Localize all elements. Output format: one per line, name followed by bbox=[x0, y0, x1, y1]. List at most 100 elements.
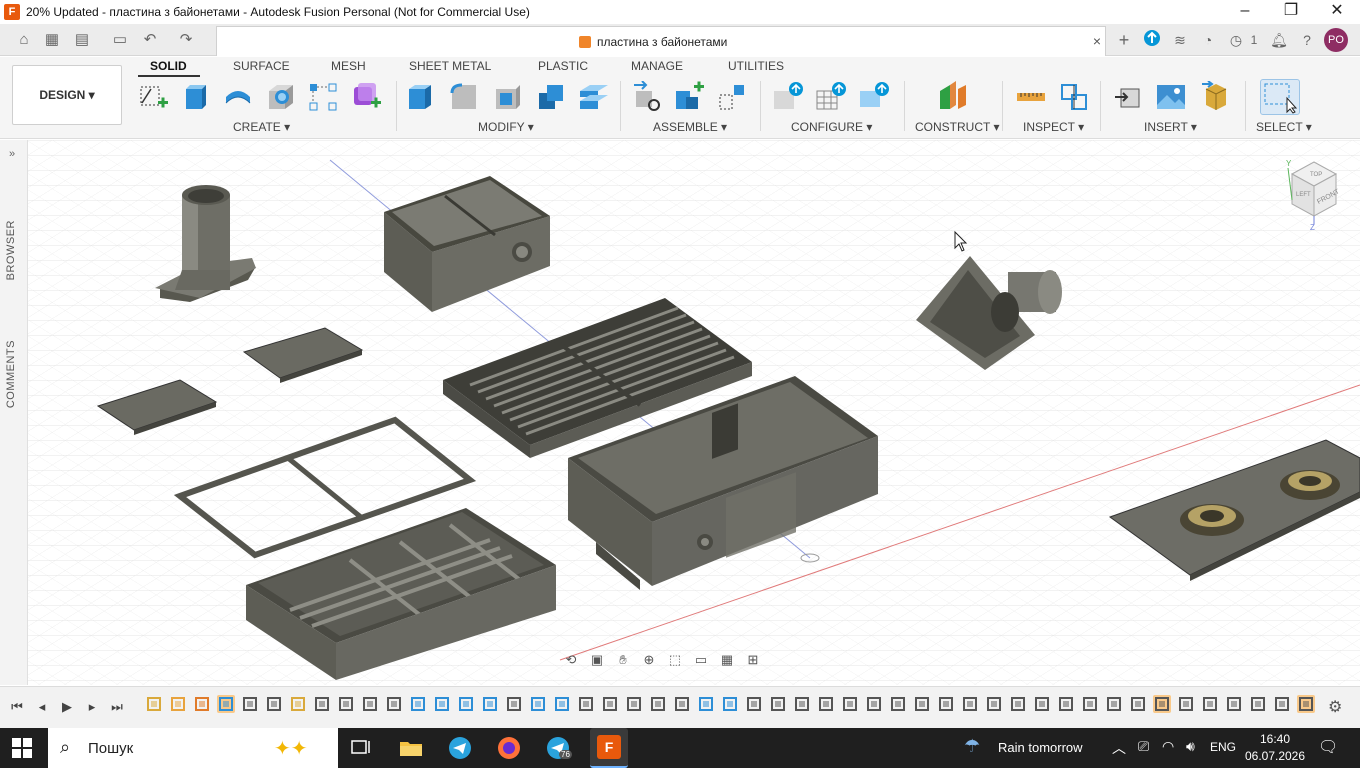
select-group-label[interactable]: SELECT ▾ bbox=[1256, 120, 1312, 134]
pan-hand-icon[interactable]: ✋︎ bbox=[612, 650, 634, 670]
timeline-feature-icon[interactable] bbox=[721, 695, 739, 713]
save-icon[interactable]: ▭ bbox=[110, 30, 130, 50]
timeline-feature-icon[interactable] bbox=[1297, 695, 1315, 713]
new-tab-plus-icon[interactable]: + bbox=[1113, 29, 1135, 51]
timeline-feature-icon[interactable] bbox=[193, 695, 211, 713]
timeline-feature-icon[interactable] bbox=[889, 695, 907, 713]
timeline-feature-icon[interactable] bbox=[385, 695, 403, 713]
new-component-icon[interactable] bbox=[632, 80, 664, 113]
orbit-icon[interactable]: ⟲ bbox=[560, 650, 582, 670]
fusion-taskbar-button[interactable]: F bbox=[590, 728, 628, 768]
tab-manage[interactable]: MANAGE bbox=[631, 59, 683, 73]
configure-group-label[interactable]: CONFIGURE ▾ bbox=[791, 120, 872, 134]
timeline-feature-icon[interactable] bbox=[457, 695, 475, 713]
telegram-second-icon[interactable]: 76 bbox=[545, 736, 572, 760]
tray-volume-icon[interactable]: 🔊︎ bbox=[1186, 738, 1195, 755]
tray-language-indicator[interactable]: ENG bbox=[1210, 740, 1236, 754]
extrude-icon[interactable] bbox=[180, 81, 212, 113]
tab-sheet-metal[interactable]: SHEET METAL bbox=[409, 59, 491, 73]
create-form-icon[interactable] bbox=[350, 81, 382, 113]
timeline-first-icon[interactable]: ⏮︎ bbox=[8, 698, 26, 716]
firefox-icon[interactable] bbox=[496, 736, 522, 760]
telegram-icon[interactable] bbox=[447, 736, 473, 760]
tab-plastic[interactable]: PLASTIC bbox=[538, 59, 588, 73]
timeline-feature-icon[interactable] bbox=[337, 695, 355, 713]
notification-center-icon[interactable]: 🗨︎ bbox=[1318, 737, 1338, 757]
extensions-icon[interactable] bbox=[1141, 29, 1163, 51]
timeline-feature-icon[interactable] bbox=[217, 695, 235, 713]
timeline-feature-icon[interactable] bbox=[577, 695, 595, 713]
pattern-icon[interactable] bbox=[307, 81, 339, 113]
viewports-icon[interactable]: ⊞ bbox=[742, 650, 764, 670]
timeline-play-icon[interactable]: ▶ bbox=[58, 698, 76, 716]
timeline-feature-icon[interactable] bbox=[985, 695, 1003, 713]
timeline-feature-icon[interactable] bbox=[289, 695, 307, 713]
timeline-feature-icon[interactable] bbox=[529, 695, 547, 713]
timeline-feature-icon[interactable] bbox=[1033, 695, 1051, 713]
document-tab[interactable]: пластина з байонетами × bbox=[216, 26, 1106, 56]
taskbar-search-box[interactable]: ⌕ Пошук ✦✦ bbox=[48, 728, 338, 768]
expand-panel-icon[interactable]: » bbox=[9, 148, 15, 160]
minimize-button[interactable]: – bbox=[1222, 0, 1268, 24]
configure-rules-icon[interactable] bbox=[815, 81, 847, 113]
bayonet-mount-1[interactable] bbox=[1180, 504, 1244, 536]
press-pull-icon[interactable] bbox=[405, 81, 437, 113]
revolve-icon[interactable] bbox=[222, 81, 254, 113]
home-icon[interactable]: ⌂ bbox=[14, 30, 34, 50]
file-explorer-icon[interactable] bbox=[398, 736, 424, 760]
insert-derive-icon[interactable] bbox=[1113, 81, 1145, 113]
timeline-feature-icon[interactable] bbox=[505, 695, 523, 713]
timeline-feature-icon[interactable] bbox=[745, 695, 763, 713]
timeline-feature-icon[interactable] bbox=[169, 695, 187, 713]
offset-plane-icon[interactable] bbox=[936, 81, 968, 113]
create-sketch-icon[interactable] bbox=[137, 81, 169, 113]
timeline-feature-icon[interactable] bbox=[1273, 695, 1291, 713]
redo-icon[interactable]: ↷ bbox=[176, 30, 196, 50]
timeline-feature-icon[interactable] bbox=[1129, 695, 1147, 713]
timeline-feature-icon[interactable] bbox=[769, 695, 787, 713]
taskbar-clock-time[interactable]: 16:40 bbox=[1250, 732, 1300, 746]
timeline-feature-icon[interactable] bbox=[817, 695, 835, 713]
joint-icon[interactable] bbox=[674, 81, 706, 113]
tab-surface[interactable]: SURFACE bbox=[233, 59, 290, 73]
zoom-icon[interactable]: ⊕ bbox=[638, 650, 660, 670]
timeline-feature-icon[interactable] bbox=[1057, 695, 1075, 713]
weather-widget-text[interactable]: Rain tomorrow bbox=[998, 740, 1083, 755]
taskbar-clock-date[interactable]: 06.07.2026 bbox=[1244, 749, 1306, 763]
browser-panel-toggle[interactable]: BROWSER bbox=[5, 220, 17, 280]
timeline-feature-icon[interactable] bbox=[361, 695, 379, 713]
tab-solid[interactable]: SOLID bbox=[150, 59, 187, 73]
timeline-next-icon[interactable]: ▸ bbox=[83, 698, 101, 716]
undo-icon[interactable]: ↶ bbox=[140, 30, 160, 50]
start-windows-icon[interactable] bbox=[10, 736, 34, 760]
timeline-last-icon[interactable]: ⏭︎ bbox=[108, 698, 126, 716]
timeline-feature-icon[interactable] bbox=[409, 695, 427, 713]
timeline-feature-icon[interactable] bbox=[937, 695, 955, 713]
look-at-icon[interactable]: ▣ bbox=[586, 650, 608, 670]
grid-settings-icon[interactable]: ▦ bbox=[716, 650, 738, 670]
timeline-feature-icon[interactable] bbox=[865, 695, 883, 713]
timeline-feature-icon[interactable] bbox=[1153, 695, 1171, 713]
as-built-joint-icon[interactable] bbox=[716, 81, 748, 113]
modify-group-label[interactable]: MODIFY ▾ bbox=[478, 120, 534, 134]
user-avatar[interactable]: PO bbox=[1324, 28, 1348, 52]
workspace-switcher-button[interactable]: DESIGN ▾ bbox=[12, 65, 122, 125]
timeline-feature-icon[interactable] bbox=[1177, 695, 1195, 713]
timeline-feature-icon[interactable] bbox=[601, 695, 619, 713]
comments-panel-toggle[interactable]: COMMENTS bbox=[5, 340, 17, 408]
hole-icon[interactable] bbox=[265, 81, 297, 113]
insert-canvas-icon[interactable] bbox=[1155, 81, 1187, 113]
configure-theme-icon[interactable] bbox=[858, 81, 890, 113]
timeline-feature-icon[interactable] bbox=[241, 695, 259, 713]
bayonet-mount-2[interactable] bbox=[1280, 470, 1340, 500]
timeline-feature-icon[interactable] bbox=[1225, 695, 1243, 713]
timeline-feature-icon[interactable] bbox=[1249, 695, 1267, 713]
tab-mesh[interactable]: MESH bbox=[331, 59, 366, 73]
tray-network-icon[interactable]: ⎚ bbox=[1138, 738, 1149, 755]
offline-icon[interactable]: ≋ bbox=[1169, 29, 1191, 51]
file-menu-icon[interactable]: ▤ bbox=[72, 30, 92, 50]
tray-wifi-icon[interactable]: ◠ bbox=[1162, 738, 1174, 755]
tab-utilities[interactable]: UTILITIES bbox=[728, 59, 784, 73]
3d-viewport-canvas[interactable]: TOP FRONT LEFT Y Z bbox=[0, 140, 1360, 685]
maximize-button[interactable]: ❐ bbox=[1268, 0, 1314, 24]
